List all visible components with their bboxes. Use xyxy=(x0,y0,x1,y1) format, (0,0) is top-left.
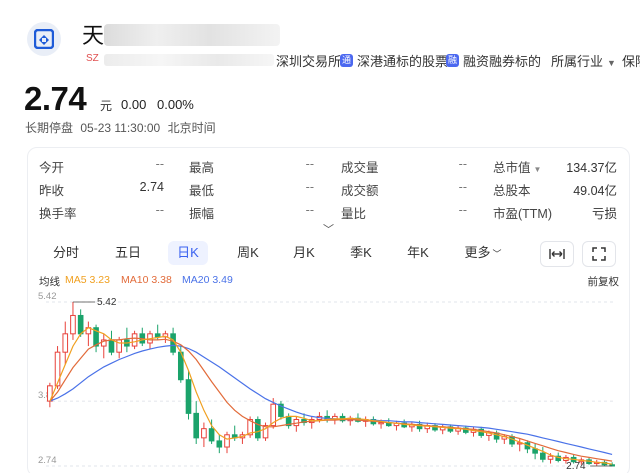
header-overflow-item[interactable]: 保险 xyxy=(622,51,640,70)
high-marker-label: 5.42 xyxy=(97,297,117,308)
hk-connect-icon: 通 xyxy=(340,54,353,67)
candle-body xyxy=(540,452,546,460)
y-axis-label: 2.74 xyxy=(38,455,57,466)
candle-body xyxy=(216,440,223,448)
candle-body xyxy=(131,333,138,347)
candle-body xyxy=(378,422,384,425)
candle-body xyxy=(108,339,115,353)
tag-margin-trading-label: 融资融券标的 xyxy=(463,54,542,69)
price-unit: 元 xyxy=(100,99,113,113)
industry-dropdown[interactable]: 所属行业 ▼ xyxy=(551,51,616,70)
y-axis-label: 5.42 xyxy=(38,291,57,302)
candle-body xyxy=(224,434,230,448)
company-logo xyxy=(27,22,61,56)
suspension-label: 长期停盘 xyxy=(25,121,74,135)
candle-body xyxy=(62,333,69,353)
quote-card: 今开 -- 最高 -- 成交量 -- 总市值 ▼ 134.37亿 昨收 2.74 … xyxy=(27,147,630,473)
industry-label: 所属行业 xyxy=(551,54,604,69)
candle-body xyxy=(208,428,215,442)
price-change: 0.00 xyxy=(121,97,147,112)
quote-time: 05-23 11:30:00 xyxy=(80,121,161,135)
candle-body xyxy=(547,455,554,460)
candle-body xyxy=(255,418,261,439)
margin-trading-icon: 融 xyxy=(446,54,459,67)
stock-name: 天 xyxy=(82,23,105,48)
low-marker-label: 2.74 xyxy=(566,461,586,472)
tag-hk-connect-label: 深港通标的股票 xyxy=(357,54,449,69)
candle-body xyxy=(185,379,192,414)
candle-body xyxy=(77,314,84,335)
candle-body xyxy=(193,412,200,439)
chevron-down-icon: ▼ xyxy=(607,58,616,68)
price-change-pct: 0.00% xyxy=(157,97,194,112)
stock-code-redacted xyxy=(104,54,274,66)
market-badge: SZ xyxy=(86,53,99,64)
logo-icon xyxy=(34,29,54,49)
candlestick-chart[interactable]: 5.423.82.745.422.74 xyxy=(28,148,631,473)
trading-status: 长期停盘 05-23 11:30:00 北京时间 xyxy=(25,119,220,136)
candle-body xyxy=(70,314,76,335)
tag-hk-connect[interactable]: 通 深港通标的股票 xyxy=(340,51,448,70)
candle-body xyxy=(54,351,61,387)
ma20-line xyxy=(49,344,613,455)
current-price: 2.74 xyxy=(24,80,87,117)
exchange-label: 深圳交易所 xyxy=(276,54,342,69)
stock-name-redacted xyxy=(104,24,280,46)
timezone-label: 北京时间 xyxy=(167,121,216,135)
candle-body xyxy=(154,333,161,338)
candle-body xyxy=(201,428,207,439)
stock-header: 天 SZ 深圳交易所 通 深港通标的股票 融 融资融券标的 所属行业▼ 保险 xyxy=(0,0,640,78)
tag-margin-trading[interactable]: 融 融资融券标的 xyxy=(446,51,541,70)
